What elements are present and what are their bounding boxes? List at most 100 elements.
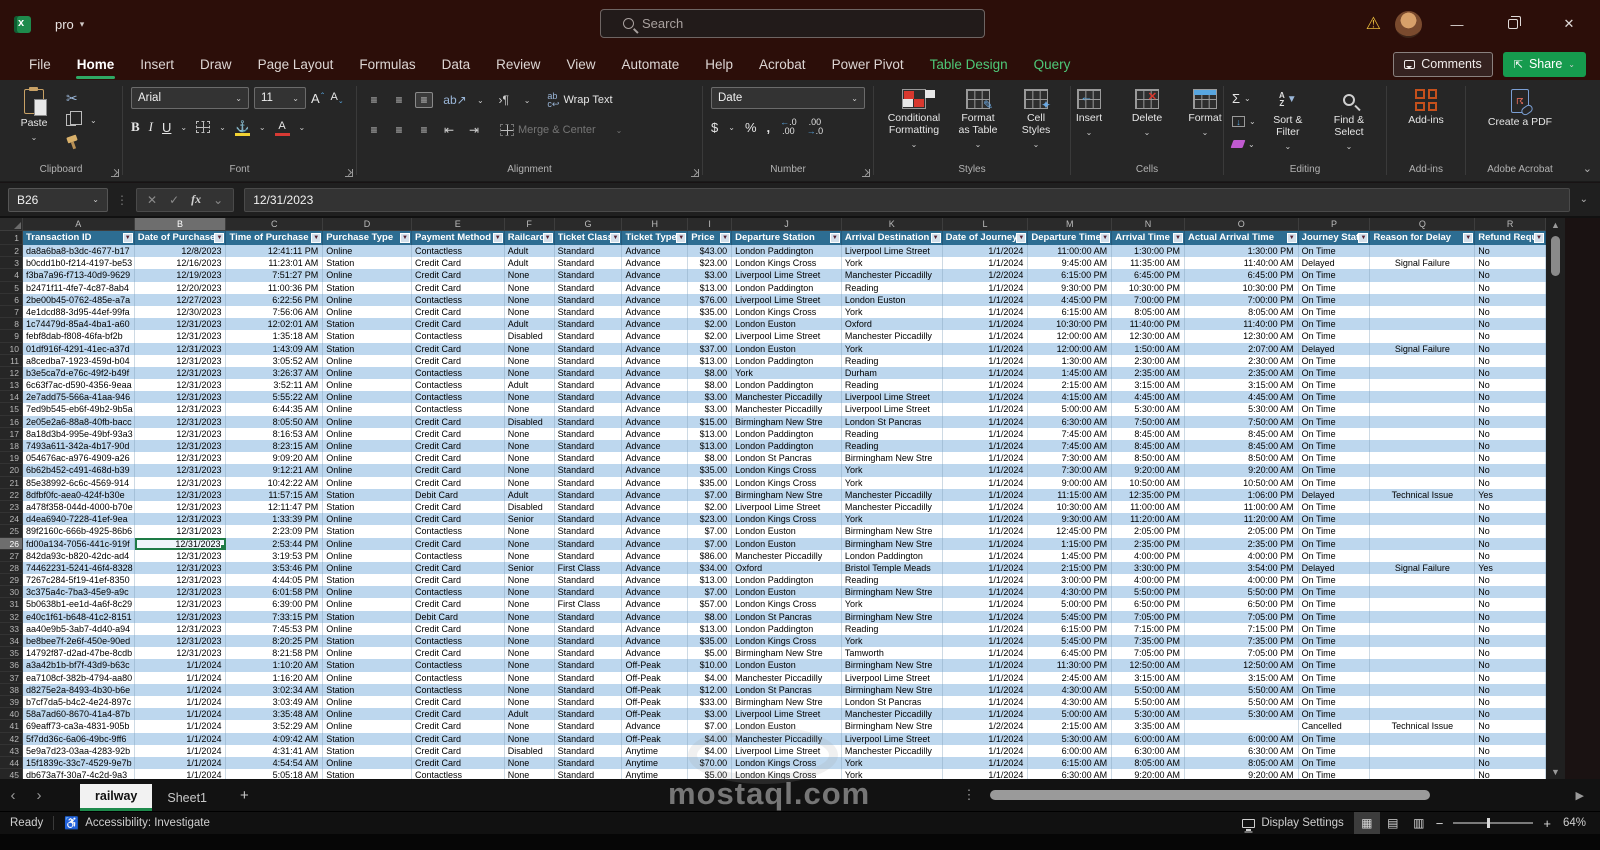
cell[interactable]: 12:41:11 PM [226,245,324,258]
cell[interactable]: Online [323,561,412,575]
cell[interactable]: 1/1/2024 [942,379,1029,392]
cell[interactable]: Delayed [1298,342,1371,355]
cell[interactable]: 8:20:25 PM [226,635,324,648]
zoom-slider-thumb[interactable] [1487,818,1491,828]
cell[interactable]: 12/31/2023 [134,464,227,477]
filter-button[interactable]: ▼ [930,233,941,243]
table-header-cell[interactable]: Price ▼ [688,231,733,245]
cell[interactable]: No [1475,744,1546,757]
cell[interactable]: 12/31/2023 [134,440,227,453]
cell[interactable]: 1/1/2024 [942,488,1029,501]
cell[interactable]: No [1475,598,1546,611]
cell[interactable]: No [1475,695,1546,709]
cell[interactable]: 12:00:00 AM [1028,330,1113,343]
cell[interactable]: York [841,476,943,489]
cell[interactable]: 1/1/2024 [942,318,1029,331]
cell[interactable]: 8:21:58 PM [226,647,324,660]
cell[interactable]: 11:00:00 AM [1028,245,1113,258]
cell[interactable]: 12:00:00 AM [1028,342,1113,355]
cell[interactable]: 01df916f-4291-41ec-a37d [23,342,135,355]
cell[interactable]: Signal Failure [1370,342,1476,355]
row-header-34[interactable]: 34 [0,635,23,648]
cell[interactable]: 9:20:00 AM [1112,769,1185,779]
cell[interactable]: 5e9a7d23-03aa-4283-92b [23,744,135,757]
cell[interactable]: No [1475,269,1546,282]
cell[interactable]: Station [323,574,412,587]
cell[interactable]: $33.00 [688,695,733,709]
cell[interactable]: 4:30:00 AM [1028,683,1113,696]
cell[interactable]: Contactless [411,769,505,779]
cell[interactable]: 2:05:00 PM [1112,525,1185,538]
row-header-25[interactable]: 25 [0,525,23,538]
cell[interactable]: 1/1/2024 [942,586,1029,599]
cell[interactable]: Online [323,720,412,733]
row-header-16[interactable]: 16 [0,415,23,428]
cell[interactable]: Credit Card [411,720,505,733]
cell[interactable]: No [1475,318,1546,331]
cell[interactable]: 6:50:00 PM [1184,598,1299,611]
cell[interactable]: Adult [504,245,555,258]
cell[interactable]: Credit Card [411,427,505,440]
cell[interactable]: 85e38992-6c6c-4569-914 [23,476,135,489]
cell[interactable]: Online [323,415,412,428]
column-header-N[interactable]: N [1112,218,1185,231]
cell[interactable]: 10:50:00 AM [1112,476,1185,489]
cell[interactable] [1370,500,1476,514]
cell[interactable]: 1/1/2024 [942,635,1029,648]
cell[interactable]: Senior [504,561,555,575]
cell[interactable]: 1/1/2024 [942,756,1029,770]
cell[interactable]: $13.00 [688,622,733,635]
horizontal-scroll-thumb[interactable] [989,790,1430,800]
cell[interactable]: Disabled [504,500,555,514]
cell[interactable]: 2:35:00 AM [1112,366,1185,380]
cell[interactable]: Advance [622,622,689,635]
cell[interactable]: None [504,574,555,587]
cell[interactable]: No [1475,476,1546,489]
row-header-38[interactable]: 38 [0,683,23,696]
cell[interactable]: Standard [554,683,623,696]
cell[interactable]: Off-Peak [622,671,689,684]
cell[interactable]: 1/2/2024 [942,269,1029,282]
cell[interactable]: 10:42:22 AM [226,476,324,489]
cell[interactable]: Online [323,695,412,709]
cell[interactable]: 1/1/2024 [942,683,1029,696]
row-header-12[interactable]: 12 [0,366,23,380]
cell[interactable]: $8.00 [688,452,733,465]
increase-decimal-button[interactable]: ←.0.00 [780,118,797,136]
cell[interactable]: Standard [554,305,623,319]
cell[interactable]: da8a6ba8-b3dc-4677-b17 [23,245,135,258]
cell[interactable]: None [504,440,555,453]
menu-tab-automate[interactable]: Automate [608,51,692,78]
avatar[interactable] [1395,10,1422,38]
cell[interactable]: 15f1839c-33c7-4529-9e7b [23,756,135,770]
find-select-button[interactable]: Find & Select ⌄ [1320,87,1378,155]
cell[interactable]: Station [323,769,412,779]
cell[interactable]: On Time [1298,635,1371,648]
cell[interactable]: No [1475,756,1546,770]
cell[interactable]: No [1475,525,1546,538]
cell[interactable]: York [841,305,943,319]
cell[interactable]: 1/1/2024 [942,330,1029,343]
cell[interactable]: On Time [1298,415,1371,428]
cell[interactable]: London Kings Cross [732,769,842,779]
cell[interactable]: Tamworth [841,647,943,660]
cell[interactable]: 4:31:41 AM [226,744,324,757]
cell[interactable]: 12/31/2023 [134,391,227,404]
cell[interactable]: $23.00 [688,513,733,526]
cell[interactable]: 11:40:00 PM [1184,318,1299,331]
underline-button[interactable]: U [162,120,171,135]
cell[interactable]: Online [323,622,412,635]
cell[interactable]: Yes [1475,488,1546,501]
cell[interactable]: None [504,366,555,380]
cell[interactable]: 8:05:50 AM [226,415,324,428]
cell[interactable]: Standard [554,427,623,440]
cell[interactable]: On Time [1298,695,1371,709]
cell[interactable]: On Time [1298,708,1371,721]
cell[interactable]: b7cf7da5-b4c2-4e24-897c [23,695,135,709]
cell[interactable]: 3:30:00 PM [1112,561,1185,575]
cell[interactable]: Reading [841,574,943,587]
cell[interactable]: $3.00 [688,269,733,282]
cell[interactable]: 1/2/2024 [942,720,1029,733]
column-header-M[interactable]: M [1028,218,1113,231]
cell[interactable]: 5b0638b1-ee1d-4a6f-8c29 [23,598,135,611]
